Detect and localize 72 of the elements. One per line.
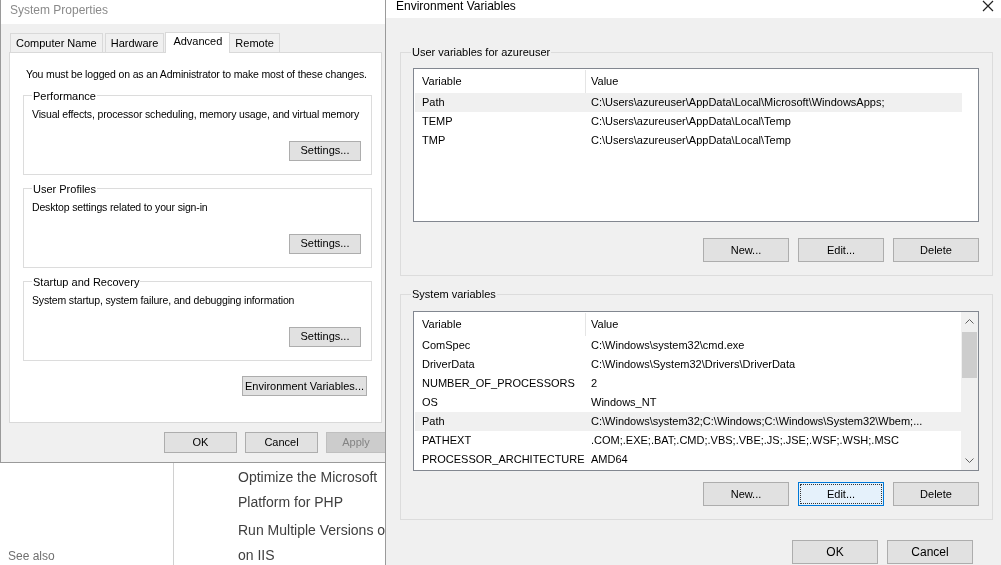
settings-button[interactable]: Settings...: [289, 233, 361, 254]
variable-value: Windows_NT: [590, 395, 657, 411]
list-row[interactable]: TEMP C:\Users\azureuser\AppData\Local\Temp: [415, 112, 962, 131]
dialog-button[interactable]: Edit...: [798, 482, 884, 506]
list-row[interactable]: Path C:\Users\azureuser\AppData\Local\Microsoft\WindowsApps;: [415, 93, 962, 112]
dialog-button[interactable]: Delete: [893, 482, 979, 506]
chevron-down-icon[interactable]: [965, 458, 974, 463]
tab[interactable]: Computer Name: [10, 33, 103, 52]
environment-variables-button[interactable]: Environment Variables...: [242, 375, 367, 396]
variable-value: C:\Windows\system32;C:\Windows;C:\Windows\System32\Wbem;...: [590, 414, 923, 430]
variable-name: NUMBER_OF_PROCESSORS: [421, 376, 576, 392]
notice-text: You must be logged on as an Administrator to make most of these changes.: [26, 67, 367, 82]
chevron-up-icon[interactable]: [965, 319, 974, 324]
list-row[interactable]: PROCESSOR_ARCHITECTURE AMD64: [415, 450, 962, 469]
variable-value: C:\Users\azureuser\AppData\Local\Microsoft\WindowsApps;: [590, 95, 885, 111]
dialog-button[interactable]: OK: [164, 432, 237, 453]
variable-list[interactable]: Variable Value Path C:\Users\azureuser\AppData\Local\Microsoft\WindowsApps; TEMP C:\Users\azureuser\AppData\Local\Temp TMP C:\Users\azureuser\AppData\Local\Temp: [413, 68, 979, 222]
column-header[interactable]: Value: [586, 70, 962, 93]
variable-name: DriverData: [421, 357, 476, 373]
scrollbar[interactable]: [961, 312, 978, 470]
dialog-button[interactable]: Edit...: [798, 238, 884, 262]
variable-name: TMP: [421, 133, 447, 149]
variable-name: TEMP: [421, 114, 454, 130]
variable-value: .COM;.EXE;.BAT;.CMD;.VBS;.VBE;.JS;.JSE;.WSF;.WSH;.MSC: [590, 433, 899, 449]
list-row[interactable]: NUMBER_OF_PROCESSORS 2: [415, 374, 962, 393]
variable-value: C:\Windows\System32\Drivers\DriverData: [590, 357, 796, 373]
tab[interactable]: Remote: [229, 33, 280, 52]
variable-name: PATHEXT: [421, 433, 473, 449]
list-row[interactable]: TMP C:\Users\azureuser\AppData\Local\Temp: [415, 131, 962, 150]
scrollbar-thumb[interactable]: [962, 332, 977, 378]
group-label: Performance: [32, 88, 97, 103]
list-row[interactable]: DriverData C:\Windows\System32\Drivers\DriverData: [415, 355, 962, 374]
variable-value: 2: [590, 376, 598, 392]
list-row[interactable]: ComSpec C:\Windows\system32\cmd.exe: [415, 336, 962, 355]
variable-value: C:\Users\azureuser\AppData\Local\Temp: [590, 114, 791, 130]
window-title: Environment Variables: [396, 0, 516, 12]
article-link[interactable]: Optimize the Microsoft Platform for PHP: [238, 465, 386, 515]
column-header[interactable]: Variable: [415, 313, 586, 336]
variable-name: ComSpec: [421, 338, 472, 354]
group-description: System startup, system failure, and debugging information: [32, 292, 295, 308]
variable-name: PROCESSOR_ARCHITECTURE: [421, 452, 586, 468]
group-label: Startup and Recovery: [32, 274, 141, 289]
list-row[interactable]: PATHEXT .COM;.EXE;.BAT;.CMD;.VBS;.VBE;.JS;.JSE;.WSF;.WSH;.MSC: [415, 431, 962, 450]
column-header[interactable]: Value: [586, 313, 962, 336]
group-label: User variables for azureuser: [411, 45, 552, 59]
close-icon[interactable]: [982, 0, 994, 12]
article-link[interactable]: Run Multiple Versions o on IIS: [238, 518, 386, 565]
variable-list[interactable]: [413, 311, 979, 471]
list-row[interactable]: Path C:\Windows\system32;C:\Windows;C:\Windows\System32\Wbem;...: [415, 412, 962, 431]
dialog-button[interactable]: Delete: [893, 238, 979, 262]
settings-button[interactable]: Settings...: [289, 140, 361, 161]
variable-value: C:\Users\azureuser\AppData\Local\Temp: [590, 133, 791, 149]
group-description: Visual effects, processor scheduling, memory usage, and virtual memory: [32, 106, 360, 122]
group-label: User Profiles: [32, 181, 97, 196]
tab[interactable]: Advanced: [165, 32, 231, 53]
settings-button[interactable]: Settings...: [289, 326, 361, 347]
dialog-button[interactable]: New...: [703, 482, 789, 506]
window-title: System Properties: [10, 2, 109, 19]
dialog-button[interactable]: OK: [792, 540, 878, 564]
variable-value: AMD64: [590, 452, 628, 468]
variable-name: OS: [421, 395, 439, 411]
variable-name: Path: [421, 414, 446, 430]
dialog-button[interactable]: Cancel: [245, 432, 318, 453]
tab[interactable]: Hardware: [104, 33, 165, 52]
variable-name: Path: [421, 95, 446, 111]
sidebar-heading: See also: [8, 548, 55, 565]
dialog-button[interactable]: Cancel: [887, 540, 973, 564]
group-label: System variables: [411, 287, 497, 301]
list-row[interactable]: OS Windows_NT: [415, 393, 962, 412]
group-description: Desktop settings related to your sign-in: [32, 199, 208, 215]
dialog-button[interactable]: New...: [703, 238, 789, 262]
variable-value: C:\Windows\system32\cmd.exe: [590, 338, 745, 354]
